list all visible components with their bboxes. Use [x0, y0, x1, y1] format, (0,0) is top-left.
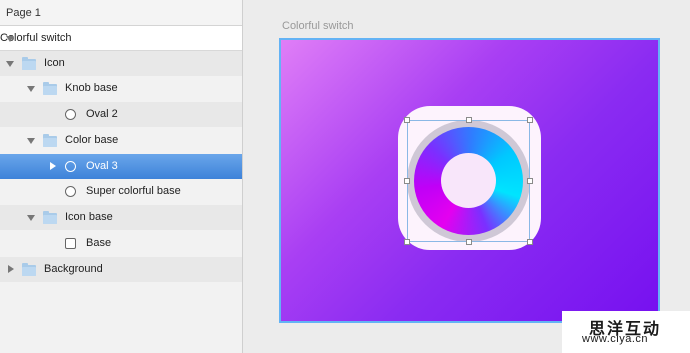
- page-selector[interactable]: Page 1: [0, 0, 242, 26]
- resize-handle-bottom[interactable]: [466, 239, 472, 245]
- disclosure-expanded-icon[interactable]: [27, 215, 35, 221]
- layer-label: Icon: [44, 57, 65, 69]
- resize-handle-right[interactable]: [527, 178, 533, 184]
- layer-label: Oval 2: [86, 108, 118, 120]
- layer-oval-2[interactable]: Oval 2: [0, 102, 242, 127]
- selection-bounding-box: [407, 120, 530, 242]
- oval-shape-icon: [65, 161, 76, 172]
- layer-color-base-group[interactable]: Color base: [0, 128, 242, 153]
- layer-label: Super colorful base: [86, 185, 181, 197]
- artboard-title[interactable]: Colorful switch: [282, 20, 354, 32]
- resize-handle-bottom-right[interactable]: [527, 239, 533, 245]
- disclosure-expanded-icon[interactable]: [6, 61, 14, 67]
- disclosure-expanded-icon[interactable]: [27, 138, 35, 144]
- disclosure-expanded-icon[interactable]: [6, 36, 14, 42]
- layer-artboard-colorful-switch[interactable]: Colorful switch: [0, 26, 242, 51]
- folder-icon: [43, 211, 57, 224]
- resize-handle-top[interactable]: [466, 117, 472, 123]
- layer-super-colorful-base[interactable]: Super colorful base: [0, 179, 242, 204]
- disclosure-collapsed-icon[interactable]: [50, 162, 56, 170]
- layer-icon-group[interactable]: Icon: [0, 51, 242, 76]
- layer-icon-base-group[interactable]: Icon base: [0, 205, 242, 230]
- resize-handle-top-right[interactable]: [527, 117, 533, 123]
- resize-handle-bottom-left[interactable]: [404, 239, 410, 245]
- layer-label: Base: [86, 237, 112, 249]
- layer-background-group[interactable]: Background: [0, 257, 242, 282]
- layer-label: Icon base: [65, 211, 113, 223]
- folder-icon: [22, 263, 36, 276]
- watermark-url: www.ciya.cn: [582, 333, 649, 345]
- layer-label: Knob base: [65, 82, 118, 94]
- folder-icon: [22, 57, 36, 70]
- disclosure-collapsed-icon[interactable]: [8, 265, 14, 273]
- disclosure-expanded-icon[interactable]: [27, 86, 35, 92]
- layer-base[interactable]: Base: [0, 231, 242, 256]
- oval-shape-icon: [65, 109, 76, 120]
- oval-shape-icon: [65, 186, 76, 197]
- page-label: Page 1: [6, 7, 41, 19]
- layer-label: Color base: [65, 134, 119, 146]
- layer-oval-3-selected[interactable]: Oval 3: [0, 154, 242, 179]
- layer-label: Background: [44, 263, 103, 275]
- resize-handle-left[interactable]: [404, 178, 410, 184]
- resize-handle-top-left[interactable]: [404, 117, 410, 123]
- layers-sidebar: Page 1 Colorful switch Icon Knob base Ov…: [0, 0, 243, 353]
- folder-icon: [43, 134, 57, 147]
- layer-label: Oval 3: [86, 160, 118, 172]
- rectangle-shape-icon: [65, 238, 76, 249]
- folder-icon: [43, 82, 57, 95]
- layer-knob-base-group[interactable]: Knob base: [0, 76, 242, 101]
